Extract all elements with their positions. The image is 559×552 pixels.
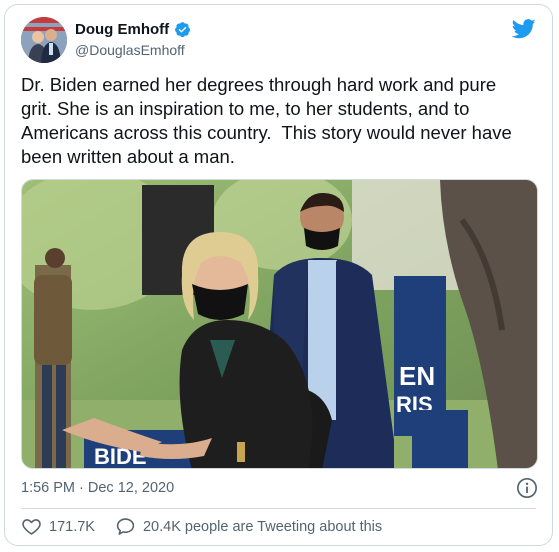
tweet-card[interactable]: Doug Emhoff @DouglasEmhoff Dr. Biden ear… <box>4 4 553 546</box>
conversation-button[interactable]: 20.4K people are Tweeting about this <box>115 516 382 537</box>
verified-badge-icon <box>175 22 191 38</box>
like-count: 171.7K <box>49 518 95 535</box>
author-name[interactable]: Doug Emhoff <box>75 21 169 38</box>
tweeting-about-text: 20.4K people are Tweeting about this <box>142 518 383 535</box>
avatar[interactable] <box>21 17 67 63</box>
tweet-text: Dr. Biden earned her degrees through har… <box>21 74 512 167</box>
twitter-bird-icon[interactable] <box>512 19 536 39</box>
heart-icon <box>22 519 41 535</box>
divider <box>21 508 536 509</box>
tweet-photo[interactable]: BIDE EN RIS <box>21 179 538 469</box>
info-icon[interactable] <box>516 477 538 499</box>
speech-bubble-icon <box>116 518 135 535</box>
author-handle[interactable]: @DouglasEmhoff <box>75 42 185 58</box>
like-button[interactable]: 171.7K <box>21 516 95 537</box>
sign-text-en: EN <box>399 361 435 391</box>
tweet-timestamp[interactable]: 1:56 PM · Dec 12, 2020 <box>21 480 174 496</box>
